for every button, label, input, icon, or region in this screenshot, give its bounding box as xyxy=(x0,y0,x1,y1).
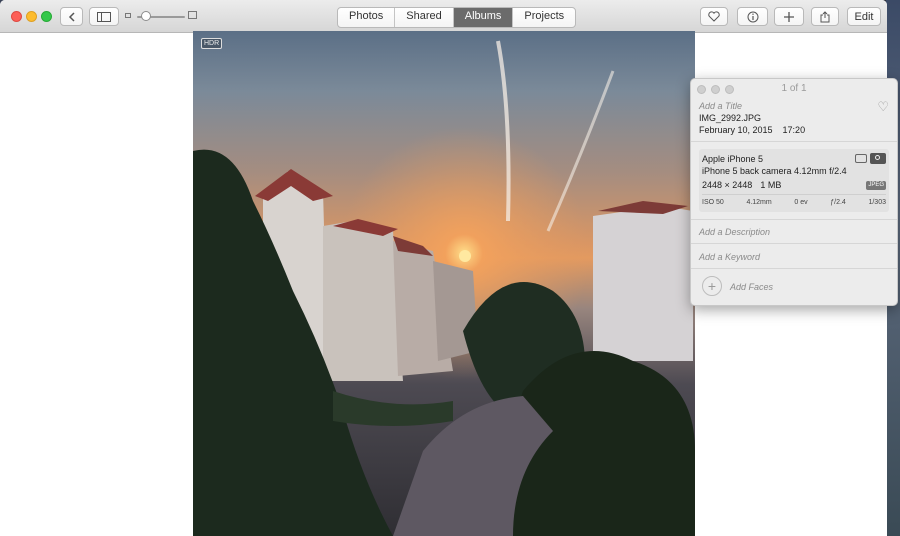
title-field[interactable]: Add a Title xyxy=(699,101,742,111)
share-button[interactable] xyxy=(811,7,839,26)
watermark: 玩儿法 waerfa.com xyxy=(738,477,848,517)
file-size: 1 MB xyxy=(760,180,782,190)
heart-icon xyxy=(708,11,720,22)
zoom-out-icon xyxy=(125,13,131,18)
edit-button[interactable]: Edit xyxy=(847,7,881,26)
time: 17:20 xyxy=(782,125,806,135)
divider xyxy=(691,243,897,244)
divider xyxy=(691,141,897,142)
keyword-field[interactable]: Add a Keyword xyxy=(699,252,760,262)
add-faces-button[interactable]: + xyxy=(702,276,722,296)
favorite-button[interactable] xyxy=(700,7,728,26)
zoom-slider[interactable] xyxy=(125,10,199,24)
photo-image xyxy=(193,31,695,536)
fullscreen-window-button[interactable] xyxy=(41,11,52,22)
sidebar-icon xyxy=(97,11,111,22)
info-button[interactable] xyxy=(737,7,768,26)
filename: IMG_2992.JPG xyxy=(699,113,762,123)
view-tabs: Photos Shared Albums Projects xyxy=(337,7,577,28)
share-icon xyxy=(820,10,830,22)
info-icon xyxy=(747,11,758,22)
tab-projects[interactable]: Projects xyxy=(512,8,575,27)
aperture: ƒ/2.4 xyxy=(830,199,846,206)
exif-row: ISO 50 4.12mm 0 ev ƒ/2.4 1/303 xyxy=(702,199,886,206)
divider xyxy=(702,194,886,195)
plus-icon xyxy=(784,11,794,22)
iso: ISO 50 xyxy=(702,199,724,206)
watermark-site: waerfa.com xyxy=(768,505,820,515)
camera-lens: iPhone 5 back camera 4.12mm f/2.4 xyxy=(702,166,847,176)
image-dimensions: 2448 × 2448 1 MB xyxy=(702,180,781,190)
photo-view[interactable]: HDR xyxy=(193,31,695,536)
chevron-left-icon xyxy=(68,11,75,22)
focal-length: 4.12mm xyxy=(746,199,772,206)
lens-icon xyxy=(870,153,886,164)
camera-icon xyxy=(855,154,867,163)
back-button[interactable] xyxy=(60,7,83,26)
description-field[interactable]: Add a Description xyxy=(699,227,770,237)
tab-shared[interactable]: Shared xyxy=(394,8,452,27)
camera-model: Apple iPhone 5 xyxy=(702,154,764,164)
info-panel: 1 of 1 Add a Title ♡ IMG_2992.JPG Februa… xyxy=(690,78,898,306)
minimize-window-button[interactable] xyxy=(26,11,37,22)
tab-photos[interactable]: Photos xyxy=(338,8,394,27)
dimensions: 2448 × 2448 xyxy=(702,180,753,190)
zoom-in-icon xyxy=(188,11,197,19)
sidebar-toggle-button[interactable] xyxy=(89,7,119,26)
tab-albums[interactable]: Albums xyxy=(452,8,513,27)
divider xyxy=(691,268,897,269)
add-button[interactable] xyxy=(774,7,804,26)
hdr-badge: HDR xyxy=(201,38,223,49)
zoom-slider-thumb[interactable] xyxy=(140,11,151,21)
divider xyxy=(691,219,897,220)
format-badge: JPEG xyxy=(866,181,886,190)
heart-icon[interactable]: ♡ xyxy=(877,99,889,115)
shutter-speed: 1/303 xyxy=(868,199,886,206)
toolbar: Photos Shared Albums Projects Edit xyxy=(0,0,887,33)
date: February 10, 2015 xyxy=(699,125,773,135)
camera-info-box: Apple iPhone 5 iPhone 5 back camera 4.12… xyxy=(699,149,889,212)
close-window-button[interactable] xyxy=(11,11,22,22)
add-faces-label[interactable]: Add Faces xyxy=(730,282,773,292)
page-indicator: 1 of 1 xyxy=(781,83,807,94)
date-time: February 10, 2015 17:20 xyxy=(699,125,805,135)
exposure-bias: 0 ev xyxy=(794,199,808,206)
